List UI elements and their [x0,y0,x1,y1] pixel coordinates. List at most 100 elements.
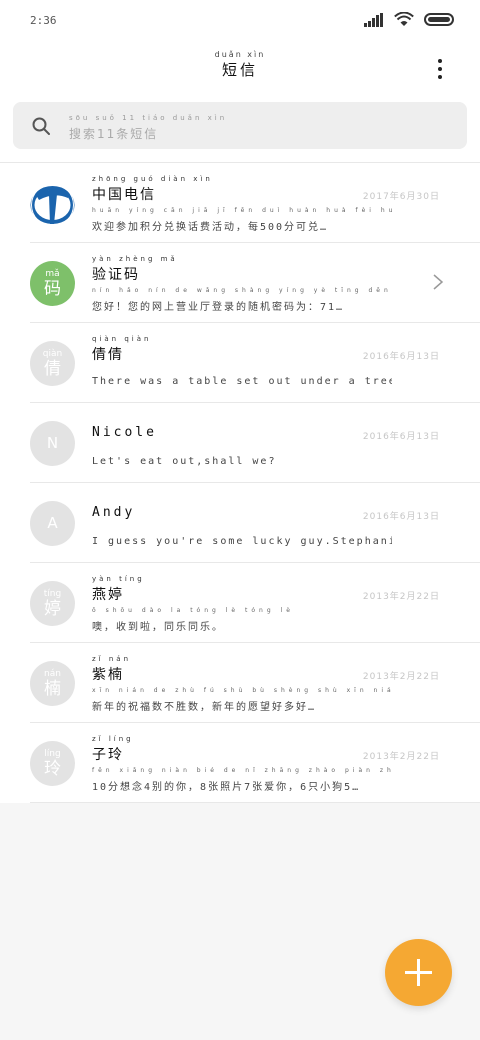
conversation-name: zhōng guó diàn xìn 中国电信 [92,175,213,204]
conversation-name-text: 子玲 [92,747,124,763]
battery-icon [424,13,454,26]
page-title-text: 短信 [221,61,258,79]
avatar-text: N [46,434,59,452]
conversation-preview: huān yíng cān jiā jī fēn duì huàn huà fè… [92,207,392,234]
conversation-name-pinyin: zǐ líng [92,735,134,743]
conversation-name-pinyin: zhōng guó diàn xìn [92,175,213,183]
conversation-date: 2016年6月13日 [362,352,440,362]
avatar-pinyin: mǎ [45,269,60,279]
top-bar: duǎn xìn 短信 [0,44,480,100]
avatar [30,181,75,226]
conversation-row[interactable]: zhōng guó diàn xìn 中国电信 2017年6月30日 huān … [0,163,480,243]
conversation-row[interactable]: N Nicole 2016年6月13日 Let's eat out,shall … [0,403,480,483]
avatar-text: 婷 [44,599,61,619]
conversation-date: 2013年2月22日 [362,672,440,682]
avatar-pinyin: qiàn [42,349,63,359]
conversation-preview: ō shōu dào la tóng lè tóng lè 噢，收到啦，同乐同乐… [92,607,392,634]
conversation-row[interactable]: tíng 婷 yàn tíng 燕婷 2013年2月22日 ō shōu dào… [0,563,480,643]
conversation-name-text: Nicole [92,425,157,440]
avatar-pinyin: nán [44,669,61,679]
plus-icon-vertical [417,959,420,986]
page-title-pinyin: duǎn xìn [214,50,266,59]
conversation-row[interactable]: A Andy 2016年6月13日 I guess you're some lu… [0,483,480,563]
conversation-preview-text: Let's eat out,shall we? [92,456,277,467]
conversation-preview-text: I guess you're some lucky guy.Stephanie … [92,536,392,547]
conversation-name-text: 中国电信 [92,187,156,203]
avatar-pinyin: tíng [43,589,62,599]
conversation-name-pinyin: zǐ nán [92,655,132,663]
page-title: duǎn xìn 短信 [0,50,480,79]
search-placeholder-pinyin: sōu suǒ 11 tiáo duǎn xìn [69,114,228,122]
avatar: A [30,501,75,546]
conversation-row[interactable]: nán 楠 zǐ nán 紫楠 2013年2月22日 xīn nián de z… [0,643,480,723]
conversation-list: zhōng guó diàn xìn 中国电信 2017年6月30日 huān … [0,162,480,803]
conversation-preview-pinyin: huān yíng cān jiā jī fēn duì huàn huà fè… [92,207,392,214]
avatar: N [30,421,75,466]
conversation-preview-text: 新年的祝福数不胜数，新年的愿望好多好… [92,702,317,713]
conversation-name-text: Andy [92,505,136,520]
search-input[interactable]: sōu suǒ 11 tiáo duǎn xìn 搜索11条短信 [13,102,467,149]
conversation-date: 2013年2月22日 [362,752,440,762]
wifi-icon [394,12,414,26]
avatar-text: A [47,514,58,532]
avatar: nán 楠 [30,661,75,706]
conversation-row[interactable]: líng 玲 zǐ líng 子玲 2013年2月22日 fēn xiǎng n… [0,723,480,803]
conversation-preview: I guess you're some lucky guy.Stephanie … [92,527,392,548]
conversation-date: 2017年6月30日 [362,192,440,202]
conversation-preview: There was a table set out under a tree i… [92,367,392,388]
conversation-date: 2013年2月22日 [362,592,440,602]
conversation-preview-text: 您好！您的网上营业厅登录的随机密码为：71… [92,302,345,313]
conversation-preview-pinyin: xīn nián de zhù fú shù bù shèng shù xīn … [92,687,392,694]
search-section: sōu suǒ 11 tiáo duǎn xìn 搜索11条短信 [0,100,480,162]
avatar: mǎ 码 [30,261,75,306]
conversation-name: yàn tíng 燕婷 [92,575,145,604]
conversation-preview-text: 欢迎参加积分兑换话费活动，每500分可兑… [92,222,329,233]
avatar-text: 倩 [44,359,61,379]
conversation-name: Nicole [92,415,157,442]
conversation-row[interactable]: mǎ 码 yàn zhèng mǎ 验证码 nín hǎo nín de wǎn… [0,243,480,323]
china-telecom-logo-icon [30,183,75,226]
avatar-text: 码 [44,279,61,299]
conversation-preview-text: 噢，收到啦，同乐同乐。 [92,622,224,633]
avatar: qiàn 倩 [30,341,75,386]
conversation-name: zǐ líng 子玲 [92,735,134,764]
conversation-preview-pinyin: ō shōu dào la tóng lè tóng lè [92,607,294,614]
search-icon [32,117,50,135]
avatar-text: 玲 [44,759,61,779]
conversation-name-pinyin: yàn zhèng mǎ [92,255,178,263]
conversation-row[interactable]: qiàn 倩 qiàn qiàn 倩倩 2016年6月13日 There was… [0,323,480,403]
conversation-name-text: 验证码 [92,267,140,283]
conversation-name: yàn zhèng mǎ 验证码 [92,255,178,284]
conversation-name-text: 紫楠 [92,667,124,683]
conversation-preview: xīn nián de zhù fú shù bù shèng shù xīn … [92,687,392,714]
conversation-name-pinyin: yàn tíng [92,575,145,583]
conversation-preview-text: There was a table set out under a tree i… [92,376,392,387]
conversation-name-text: 倩倩 [92,347,124,363]
avatar: líng 玲 [30,741,75,786]
status-bar: 2:36 [0,0,480,44]
chevron-right-icon[interactable] [432,273,444,291]
conversation-name: Andy [92,495,135,522]
conversation-preview: fēn xiǎng niàn bié de nǐ zhāng zhào piàn… [92,767,392,794]
conversation-date: 2016年6月13日 [362,512,440,522]
conversation-preview-text: 10分想念4别的你，8张照片7张爱你，6只小狗5… [92,782,361,793]
conversation-preview: Let's eat out,shall we? [92,447,392,468]
conversation-name-pinyin: qiàn qiàn [92,335,152,343]
more-vertical-icon[interactable] [430,56,450,84]
conversation-preview: nín hǎo nín de wǎng shàng yíng yè tīng d… [92,287,392,314]
avatar-text: 楠 [44,679,61,699]
avatar-pinyin: líng [44,749,61,759]
conversation-date: 2016年6月13日 [362,432,440,442]
conversation-name-text: 燕婷 [92,587,124,603]
conversation-name: zǐ nán 紫楠 [92,655,131,684]
status-icons [364,12,454,27]
conversation-name: qiàn qiàn 倩倩 [92,335,151,364]
signal-icon [364,12,383,27]
conversation-preview-pinyin: fēn xiǎng niàn bié de nǐ zhāng zhào piàn… [92,767,392,774]
avatar: tíng 婷 [30,581,75,626]
status-time: 2:36 [30,14,57,27]
new-message-button[interactable] [385,939,452,1006]
search-placeholder: sōu suǒ 11 tiáo duǎn xìn 搜索11条短信 [69,114,227,142]
conversation-preview-pinyin: nín hǎo nín de wǎng shàng yíng yè tīng d… [92,287,392,294]
search-placeholder-text: 搜索11条短信 [69,127,159,141]
